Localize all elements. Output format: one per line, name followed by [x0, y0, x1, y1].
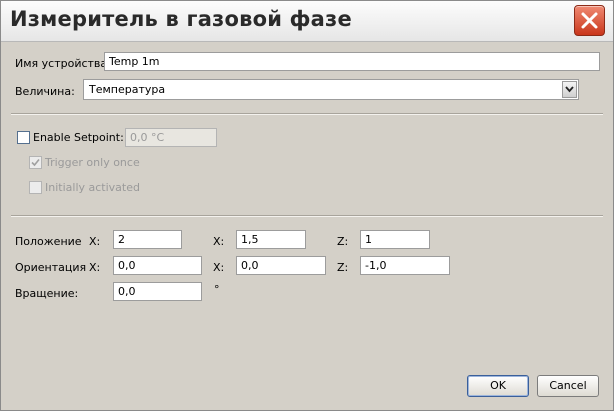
quantity-label: Величина: [15, 85, 75, 98]
setpoint-value-input[interactable]: 0,0 °C [125, 128, 217, 147]
position-y-input[interactable]: 1,5 [236, 230, 306, 249]
orientation-label: Ориентация [15, 261, 87, 274]
position-label: Положение [15, 235, 82, 248]
rotation-input[interactable]: 0,0 [113, 282, 202, 301]
chevron-down-icon [565, 86, 574, 93]
orientation-z-label: Z: [337, 261, 349, 274]
initially-activated-checkbox[interactable] [29, 181, 42, 194]
orientation-y-label: X: [213, 261, 225, 274]
cancel-button[interactable]: Cancel [537, 375, 599, 397]
dialog-body: Имя устройства: Temp 1m Величина: Темпер… [5, 43, 609, 407]
position-x-input[interactable]: 2 [113, 230, 182, 249]
separator-top [11, 113, 603, 115]
dialog-window: Измеритель в газовой фазе Имя устройства… [0, 0, 614, 411]
trigger-once-checkbox[interactable] [29, 156, 42, 169]
orientation-x-input[interactable]: 0,0 [113, 256, 202, 275]
rotation-label: Вращение: [15, 287, 79, 300]
close-icon [581, 12, 598, 29]
window-title: Измеритель в газовой фазе [10, 7, 352, 31]
initially-activated-label[interactable]: Initially activated [45, 181, 140, 194]
device-name-input[interactable]: Temp 1m [104, 52, 600, 71]
orientation-x-label: X: [89, 261, 101, 274]
trigger-once-label[interactable]: Trigger only once [45, 156, 140, 169]
dropdown-button[interactable] [562, 81, 577, 98]
position-z-label: Z: [337, 235, 349, 248]
device-name-label: Имя устройства: [15, 57, 111, 70]
position-x-label: X: [89, 235, 101, 248]
separator-middle [11, 215, 603, 217]
ok-button[interactable]: OK [467, 375, 529, 397]
orientation-z-input[interactable]: -1,0 [360, 256, 450, 275]
enable-setpoint-label[interactable]: Enable Setpoint: [33, 131, 124, 144]
checkmark-icon [31, 158, 40, 167]
enable-setpoint-checkbox[interactable] [17, 131, 30, 144]
position-z-input[interactable]: 1 [360, 230, 430, 249]
close-button[interactable] [574, 5, 605, 36]
rotation-unit: ° [214, 283, 220, 296]
quantity-select[interactable]: Температура [83, 79, 579, 100]
quantity-selected-value: Температура [89, 83, 166, 96]
orientation-y-input[interactable]: 0,0 [236, 256, 326, 275]
title-bar[interactable]: Измеритель в газовой фазе [1, 1, 613, 42]
position-y-label: X: [213, 235, 225, 248]
